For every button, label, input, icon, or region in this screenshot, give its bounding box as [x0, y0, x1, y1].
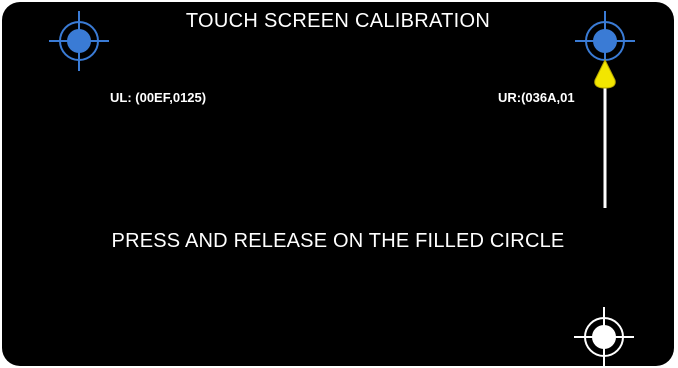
upper-left-coordinate-readout: UL: (00EF,0125) [110, 90, 207, 105]
crosshair-target-icon [49, 11, 109, 71]
arrow-pointer-icon [590, 58, 620, 208]
crosshair-target-icon [574, 307, 634, 366]
calibration-target-lower-right[interactable] [574, 307, 634, 366]
instruction-text: PRESS AND RELEASE ON THE FILLED CIRCLE [111, 230, 565, 252]
touch-calibration-screen[interactable]: TOUCH SCREEN CALIBRATION UL: (00EF,0125)… [2, 2, 674, 366]
calibration-target-upper-left[interactable] [49, 11, 109, 71]
upper-right-coordinate-readout: UR:(036A,01 [498, 90, 575, 105]
